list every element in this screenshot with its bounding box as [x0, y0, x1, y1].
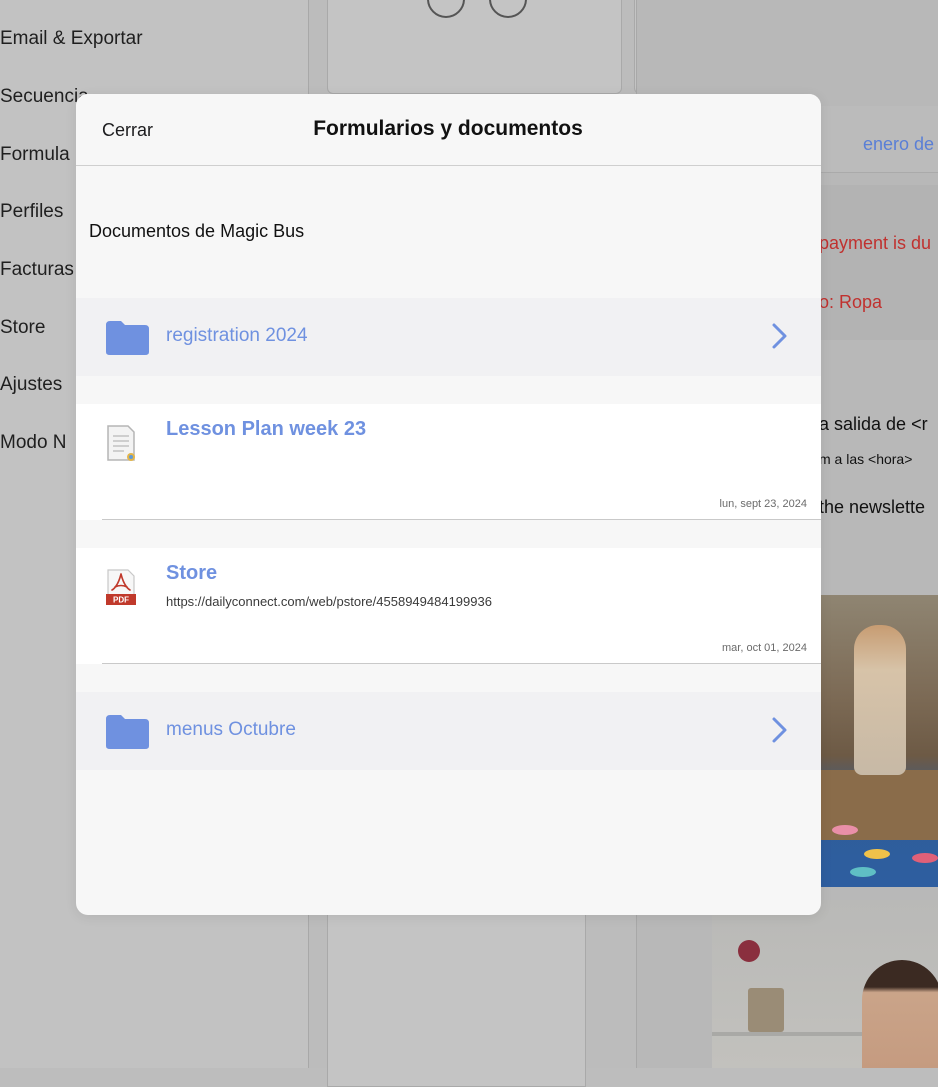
activity-photo-2[interactable]: [712, 900, 938, 1068]
section-title: Documentos de Magic Bus: [89, 221, 305, 241]
chevron-right-icon: [772, 323, 787, 349]
document-label: Store: [166, 562, 218, 584]
document-url: https://dailyconnect.com/web/pstore/4558…: [166, 594, 492, 609]
modal-header: Cerrar Formularios y documentos: [76, 94, 821, 166]
alert-line-2: o: Ropa: [819, 292, 883, 312]
sidebar-item-settings[interactable]: Ajustes: [0, 374, 62, 396]
folder-icon: [106, 321, 149, 355]
document-row-lesson-plan[interactable]: Lesson Plan week 23 lun, sept 23, 2024: [76, 404, 821, 520]
activity-photo-1[interactable]: [820, 595, 938, 887]
sidebar-item-email-export[interactable]: Email & Exportar: [0, 28, 143, 50]
avatar-icons: [427, 0, 527, 18]
sidebar-item-mode[interactable]: Modo N: [0, 432, 67, 454]
background-card-bottom: [327, 905, 586, 1087]
document-label: Lesson Plan week 23: [166, 418, 367, 440]
modal-title: Formularios y documentos: [313, 117, 583, 140]
document-date: mar, oct 01, 2024: [722, 642, 807, 654]
message-line-1: a salida de <r: [819, 414, 928, 434]
sidebar-item-profiles[interactable]: Perfiles: [0, 201, 63, 223]
sidebar-item-store[interactable]: Store: [0, 317, 45, 339]
message-line-3: the newslette: [819, 497, 926, 517]
folder-row-registration[interactable]: registration 2024: [76, 298, 821, 376]
sidebar-item-forms[interactable]: Formula: [0, 144, 70, 166]
document-row-store[interactable]: PDF Store https://dailyconnect.com/web/p…: [76, 548, 821, 664]
pdf-badge-label: PDF: [113, 596, 129, 605]
folder-label: menus Octubre: [166, 719, 296, 740]
pdf-icon: PDF: [106, 569, 136, 605]
folder-row-menus-octubre[interactable]: menus Octubre: [76, 692, 821, 770]
forms-documents-modal: Cerrar Formularios y documentos Document…: [76, 94, 821, 915]
background-card-top-left: [327, 0, 622, 94]
alert-line-1: payment is du: [819, 233, 932, 253]
sidebar-item-invoices[interactable]: Facturas: [0, 259, 74, 281]
chevron-right-icon: [772, 717, 787, 743]
document-icon: [107, 425, 135, 461]
folder-icon: [106, 715, 149, 749]
row-divider: [102, 663, 821, 664]
message-line-2: m a las <hora>: [819, 451, 913, 467]
date-label[interactable]: enero de: [863, 134, 934, 155]
document-date: lun, sept 23, 2024: [719, 498, 807, 510]
row-divider: [102, 519, 821, 520]
folder-label: registration 2024: [166, 325, 308, 346]
